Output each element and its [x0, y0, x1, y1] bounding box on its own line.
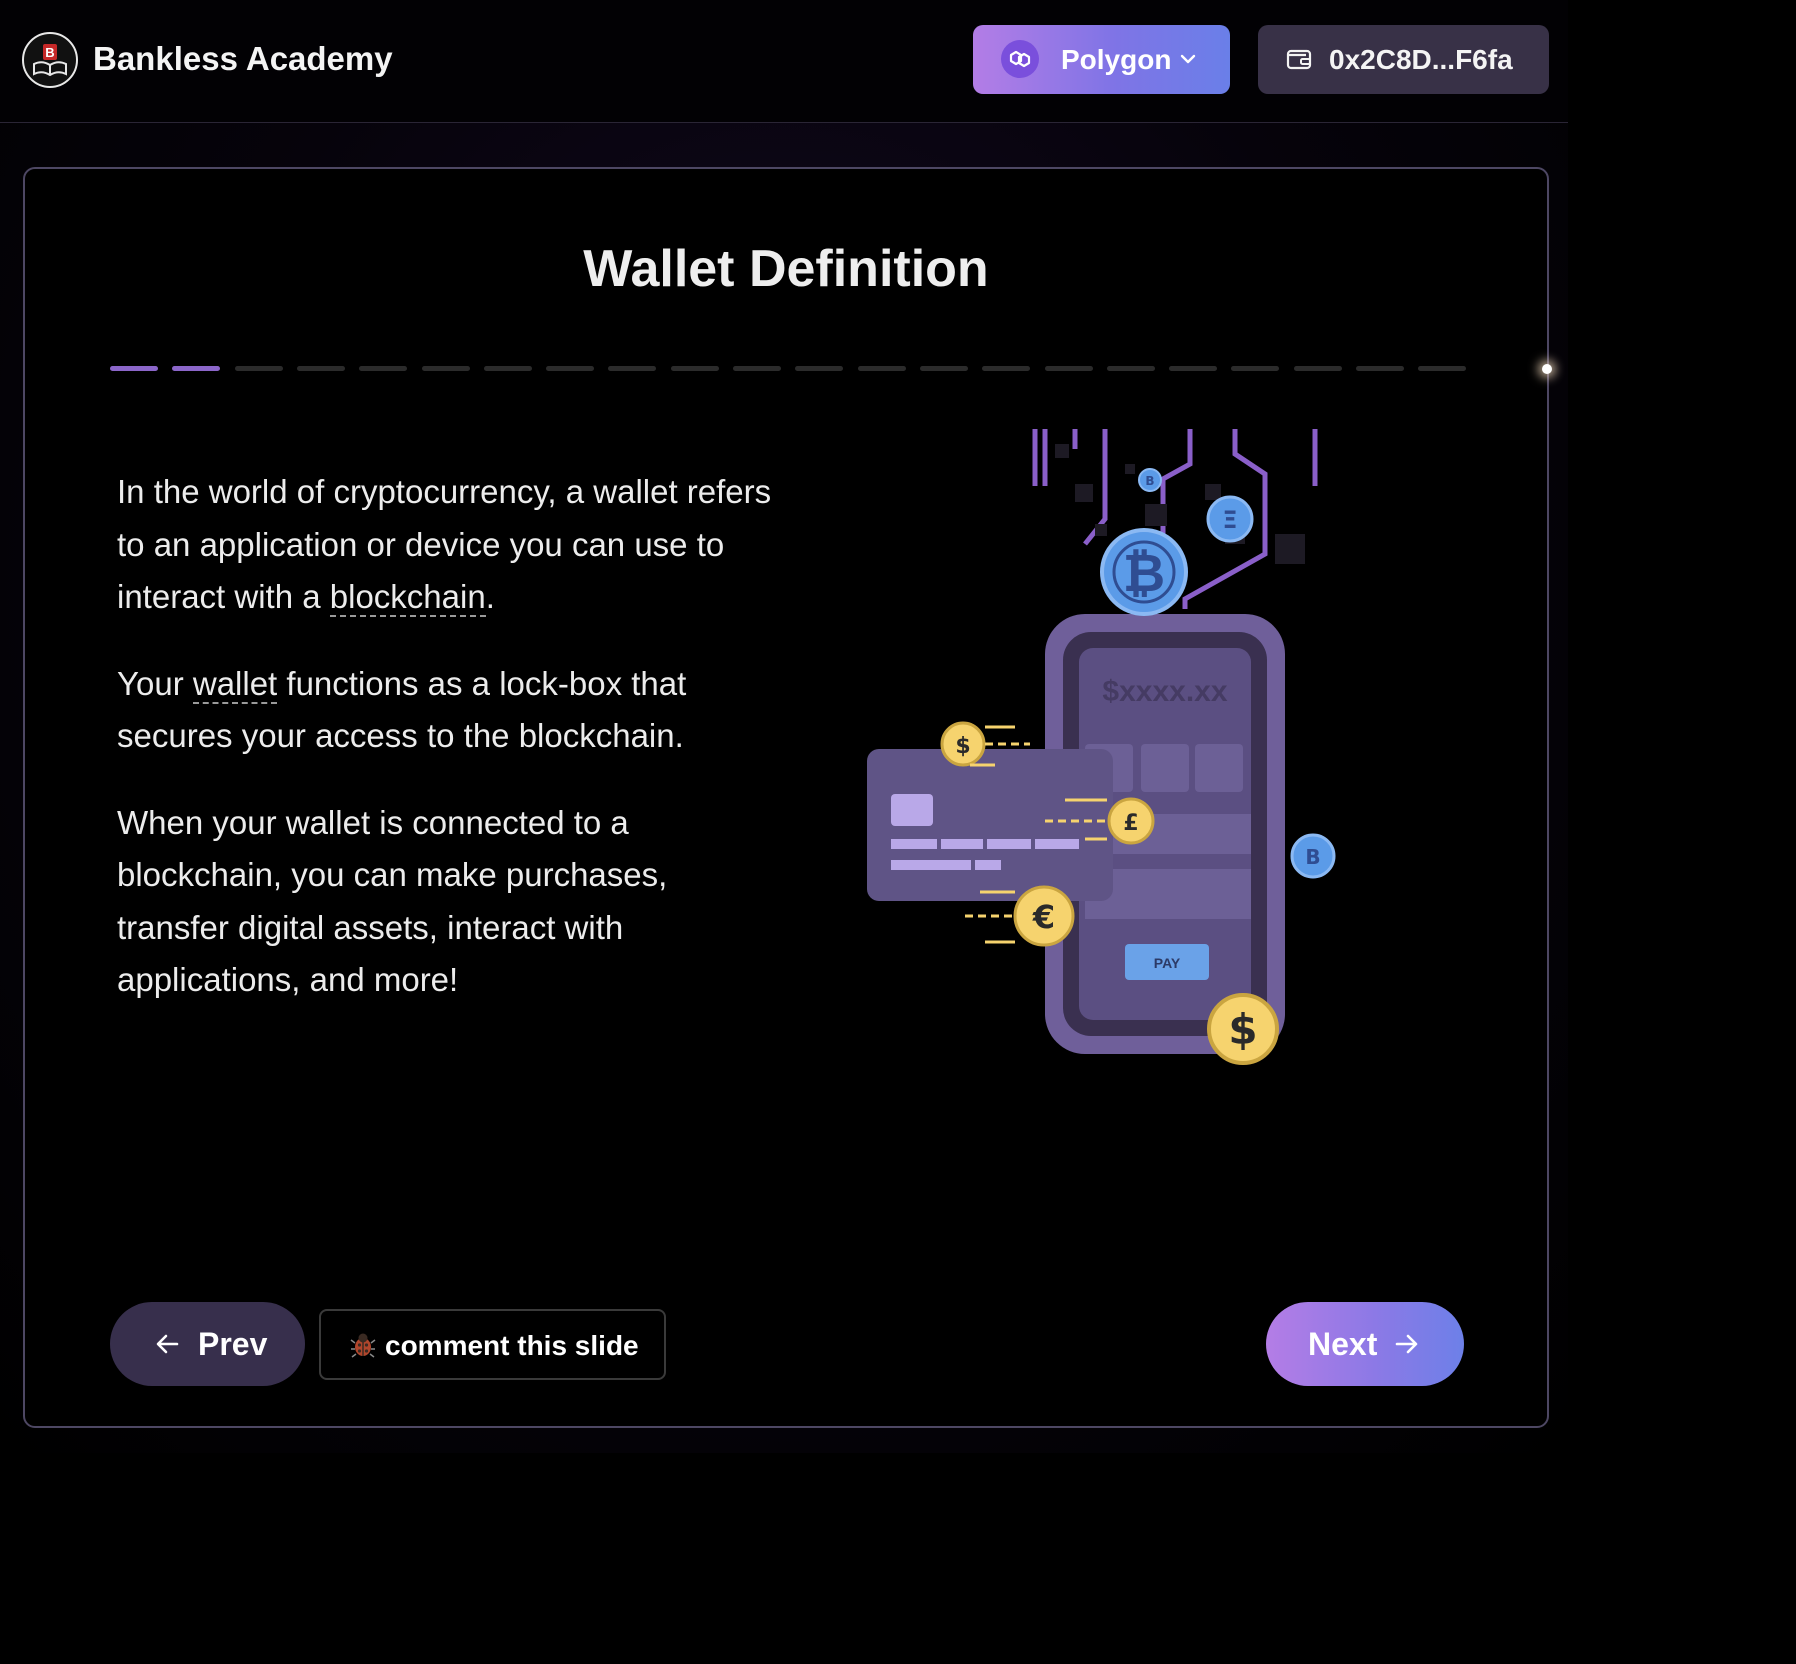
progress-glow — [1542, 364, 1552, 374]
progress-segment — [546, 366, 595, 371]
paragraph-1-end: . — [485, 578, 495, 615]
arrow-right-icon — [1393, 1331, 1419, 1362]
slide-content: In the world of cryptocurrency, a wallet… — [117, 466, 777, 1041]
progress-segment — [857, 366, 906, 371]
progress-segment — [421, 366, 470, 371]
paragraph-2: Your wallet functions as a lock-box that… — [117, 658, 777, 763]
polygon-icon — [1001, 40, 1039, 78]
paragraph-3: When your wallet is connected to a block… — [117, 797, 777, 1007]
progress-segment — [733, 366, 781, 371]
svg-text:$: $ — [1228, 1005, 1257, 1054]
top-header: B Bankless Academy Polygon 0x2C8D...F6fa — [0, 0, 1568, 123]
prev-button[interactable]: Prev — [110, 1302, 305, 1386]
progress-segment — [919, 366, 968, 371]
bitcoin-coin-icon: ₿ — [1100, 528, 1188, 616]
glossary-term-blockchain[interactable]: blockchain — [329, 578, 486, 617]
slide-title: Wallet Definition — [583, 240, 989, 298]
side-bankless-coin-icon: B — [1290, 833, 1336, 879]
wallet-icon — [1286, 47, 1312, 76]
paragraph-1: In the world of cryptocurrency, a wallet… — [117, 466, 777, 624]
svg-text:$: $ — [955, 734, 970, 759]
pound-coin-icon: £ — [1107, 797, 1155, 845]
bug-icon — [349, 1331, 377, 1364]
wallet-address: 0x2C8D...F6fa — [1329, 44, 1513, 75]
svg-text:B: B — [45, 45, 54, 60]
wallet-address-button[interactable]: 0x2C8D...F6fa — [1258, 25, 1549, 94]
svg-text:B: B — [1145, 474, 1154, 488]
svg-text:£: £ — [1123, 811, 1138, 836]
progress-segment — [795, 366, 844, 371]
svg-text:₿: ₿ — [1123, 544, 1165, 604]
progress-segment — [1293, 366, 1342, 371]
dollar-coin-small-icon: $ — [940, 721, 986, 767]
ethereum-coin-icon: Ξ — [1206, 495, 1254, 543]
comment-label: comment this slide — [385, 1330, 639, 1361]
progress-segment — [172, 366, 221, 371]
progress-segment — [1169, 366, 1218, 371]
next-label: Next — [1308, 1326, 1378, 1362]
progress-segment — [483, 366, 532, 371]
progress-segment — [1044, 366, 1093, 371]
progress-segment — [234, 366, 283, 371]
progress-segment — [359, 366, 408, 371]
progress-segment — [110, 366, 158, 371]
prev-label: Prev — [198, 1326, 268, 1362]
paragraph-3-text: When your wallet is connected to a block… — [117, 803, 668, 999]
progress-segment — [1231, 366, 1280, 371]
euro-coin-icon: € — [1013, 885, 1075, 947]
paragraph-2-start: Your — [117, 664, 193, 702]
lesson-slide-card: Wallet Definition In the world of crypto… — [23, 167, 1552, 1428]
progress-segment — [982, 366, 1031, 371]
brand-name[interactable]: Bankless Academy — [93, 40, 393, 78]
wallet-illustration: $xxxx.xx PAY ₿ Ξ B B $ £ € $ — [867, 429, 1336, 1065]
svg-text:€: € — [1032, 898, 1055, 936]
comment-slide-button[interactable]: comment this slide — [319, 1309, 666, 1380]
bankless-logo-icon[interactable]: B — [22, 32, 78, 88]
progress-segment — [1106, 366, 1155, 371]
glossary-term-wallet[interactable]: wallet — [192, 664, 278, 704]
slide-progress-bar — [110, 364, 1552, 374]
progress-segment — [1418, 366, 1467, 371]
progress-segment — [670, 366, 719, 371]
next-button[interactable]: Next — [1266, 1302, 1464, 1386]
svg-text:B: B — [1305, 845, 1320, 869]
network-selector-button[interactable]: Polygon — [973, 25, 1230, 94]
credit-card-graphic — [867, 749, 1113, 901]
network-label: Polygon — [1061, 44, 1172, 75]
dollar-coin-large-icon: $ — [1207, 993, 1279, 1065]
arrow-left-icon — [155, 1331, 181, 1362]
progress-segment — [1356, 366, 1404, 371]
progress-segment — [296, 366, 345, 371]
pay-label: PAY — [1154, 955, 1181, 971]
phone-amount: $xxxx.xx — [1102, 675, 1227, 708]
svg-text:Ξ: Ξ — [1222, 506, 1237, 534]
small-bankless-coin-icon: B — [1138, 468, 1162, 492]
progress-segment — [608, 366, 657, 371]
chevron-down-icon — [1178, 49, 1198, 74]
